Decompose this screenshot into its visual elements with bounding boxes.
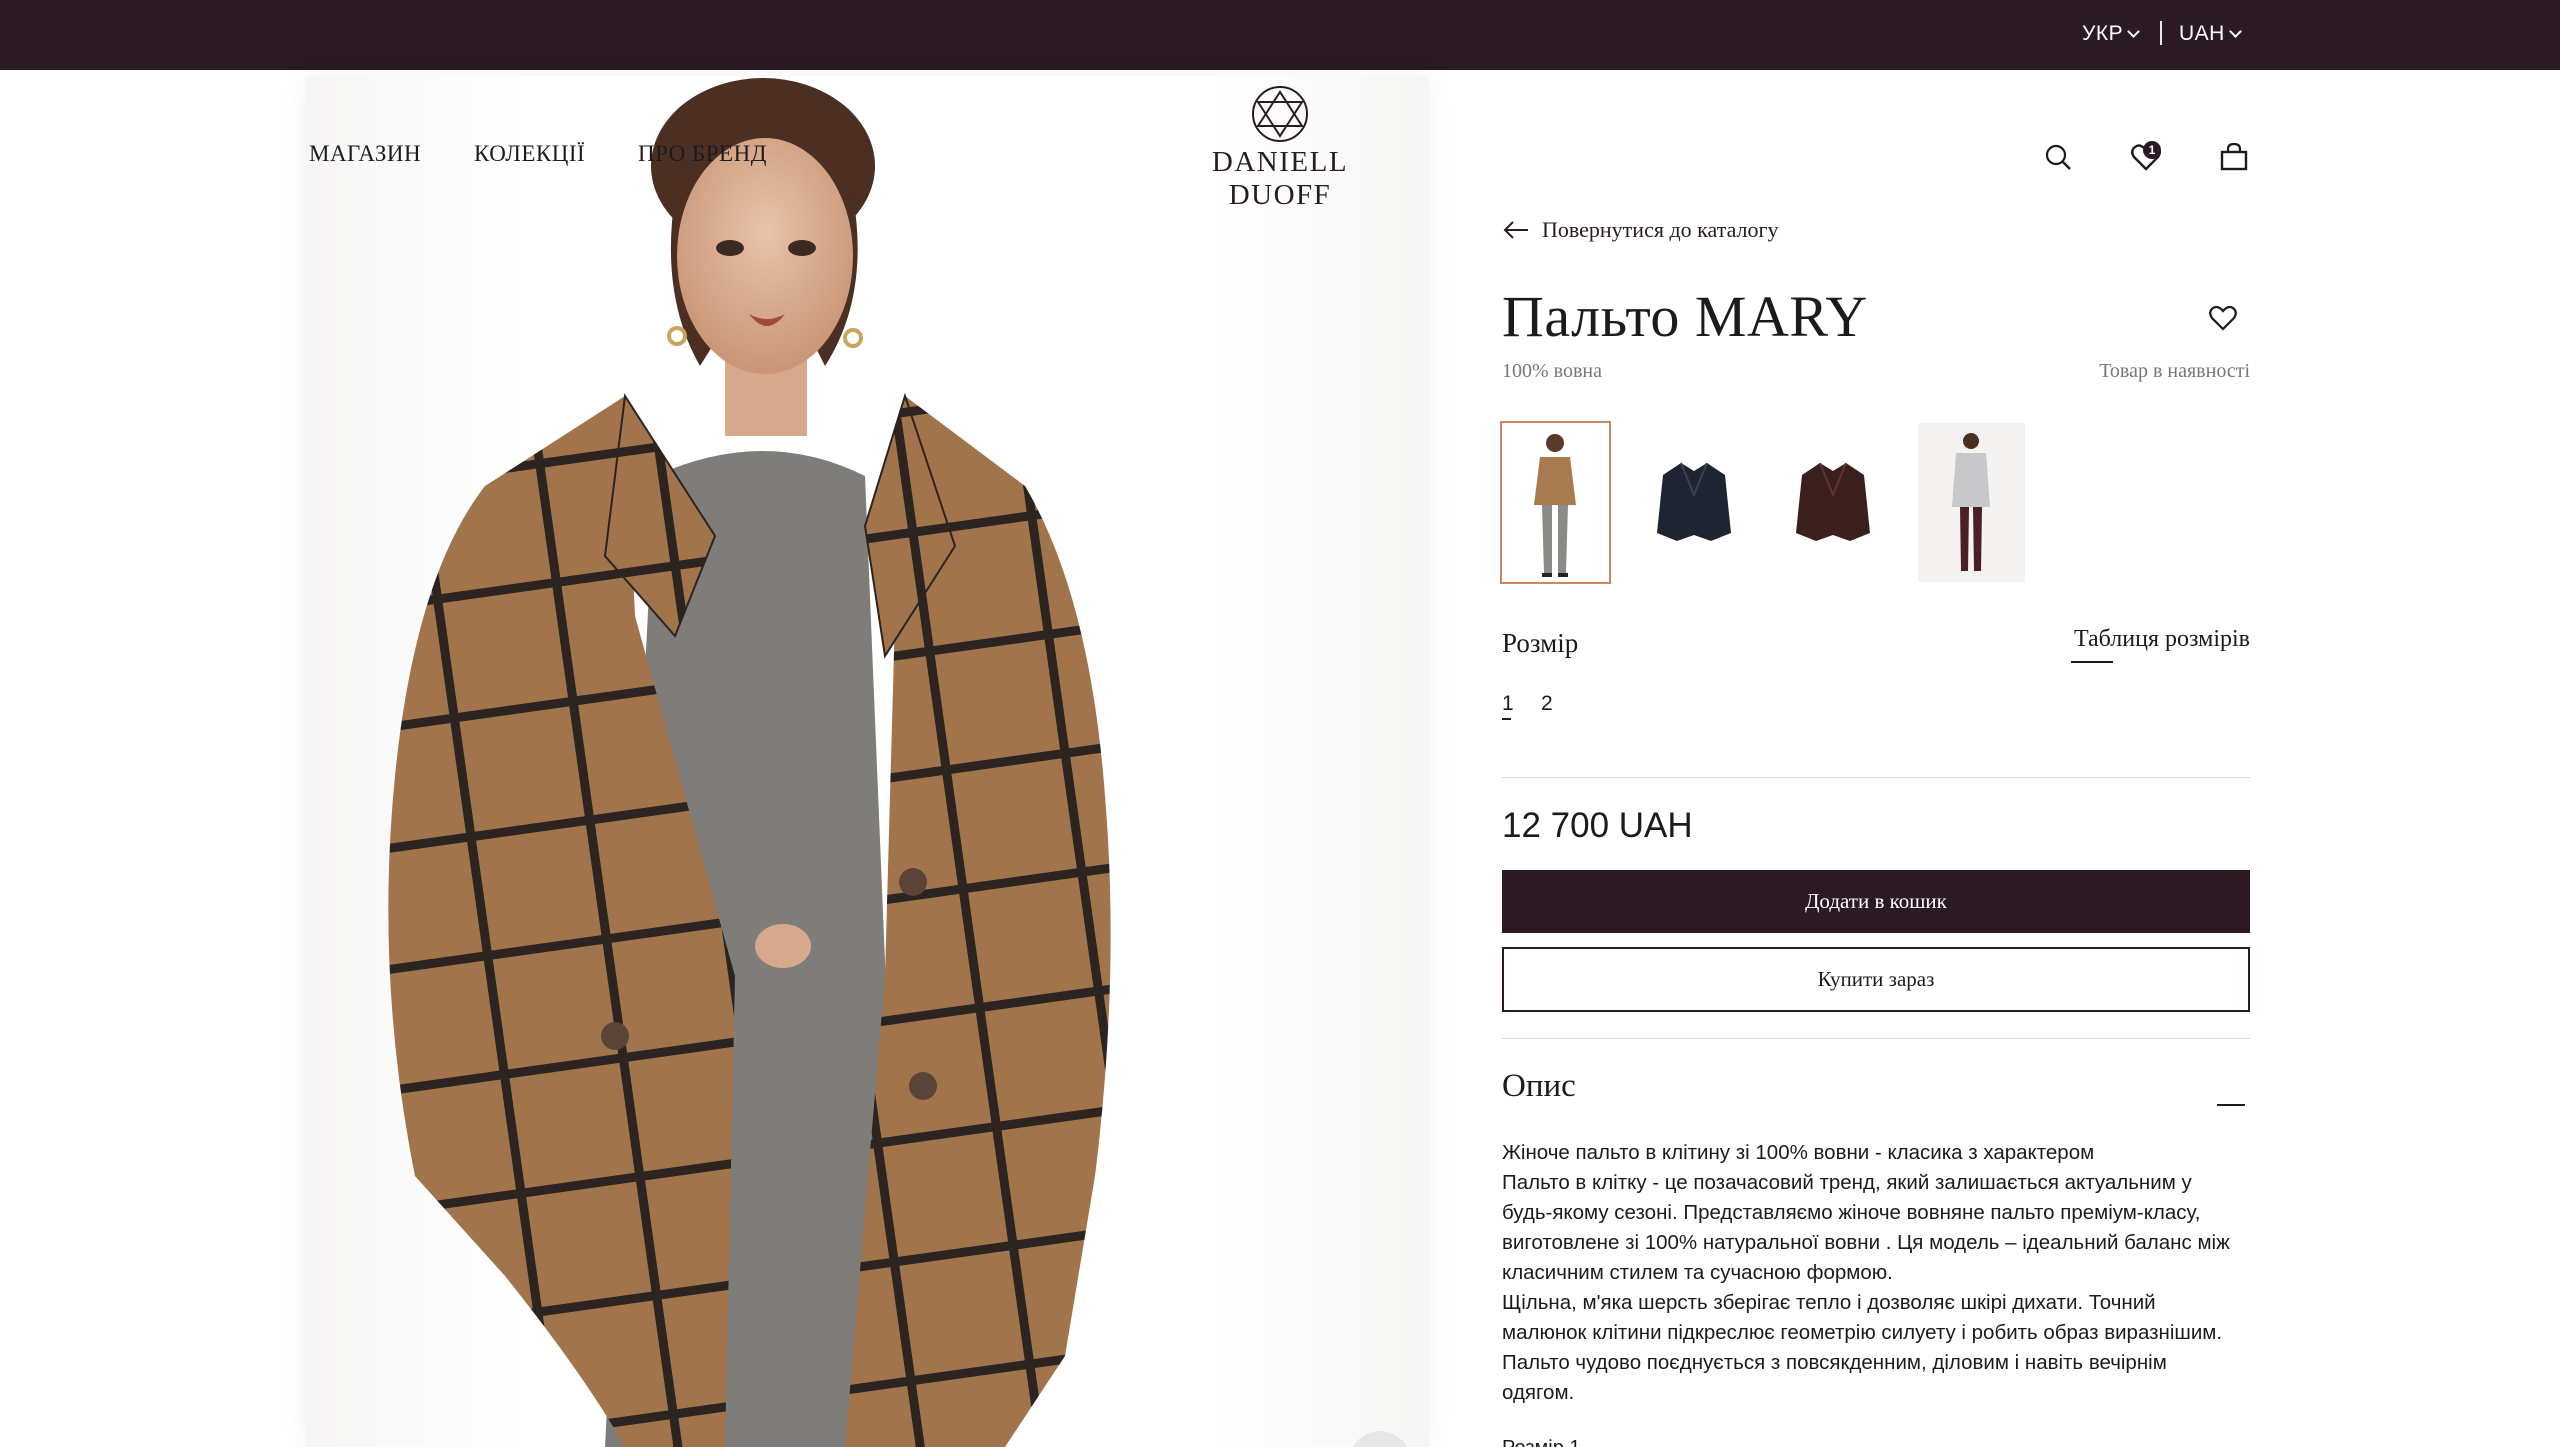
brand-logo[interactable]: DANIELL DUOFF: [1160, 84, 1400, 212]
description-line: Щільна, м'яка шерсть зберігає тепло і до…: [1502, 1291, 2156, 1314]
description-line: Жіноче пальто в клітину зі 100% вовни - …: [1502, 1141, 2095, 1164]
shopping-bag-icon[interactable]: [2216, 139, 2252, 175]
product-main-image[interactable]: [305, 76, 1429, 1447]
model-coat-illustration: [388, 78, 1111, 1447]
language-label: УКР: [2082, 22, 2124, 45]
chevron-down-icon: [2228, 25, 2242, 38]
add-to-cart-button[interactable]: Додати в кошик: [1502, 870, 2250, 933]
description-line: одягом.: [1502, 1381, 1575, 1404]
thumb-model-grey-coat[interactable]: [1918, 423, 2025, 582]
nav-about-brand[interactable]: ПРО БРЕНД: [638, 141, 767, 167]
product-title: Пальто MARY: [1502, 284, 1868, 349]
back-label: Повернутися до каталогу: [1542, 217, 1779, 242]
currency-selector[interactable]: UAH: [2179, 22, 2242, 46]
divider: [1502, 777, 2250, 778]
logo-wordmark: DANIELL DUOFF: [1211, 146, 1349, 211]
size-label: Розмір: [1502, 628, 1579, 658]
availability-status: Товар в наявності: [2099, 360, 2250, 382]
thumbnail-image: [1534, 434, 1576, 577]
description-line: виготовлене зі 100% натуральної вовни . …: [1502, 1231, 2230, 1254]
nav-collections[interactable]: КОЛЕКЦІЇ: [474, 141, 585, 167]
description-cut-line: Розмір 1 (XS/S): [1502, 1437, 1622, 1447]
description-line: Пальто в клітку - це позачасовий тренд, …: [1502, 1171, 2192, 1194]
size-option-2[interactable]: 2: [1541, 692, 1553, 716]
product-material: 100% вовна: [1502, 360, 1602, 382]
description-text: Жіноче пальто в клітину зі 100% вовни - …: [1502, 1138, 2262, 1408]
thumb-model-plaid-coat[interactable]: [1500, 421, 1611, 584]
description-line: Пальто чудово поєднується з повсякденним…: [1502, 1351, 2167, 1374]
search-icon[interactable]: [2040, 139, 2076, 175]
thumbnail-image: [1796, 462, 1870, 541]
size-chart-link[interactable]: Таблиця розмірів: [2074, 626, 2250, 653]
description-title[interactable]: Опис: [1502, 1068, 1576, 1105]
chevron-down-icon: [2127, 25, 2140, 38]
logo-emblem-icon: [1252, 86, 1308, 142]
add-to-wishlist-heart-icon[interactable]: [2207, 302, 2239, 334]
selector-divider: [2160, 21, 2162, 45]
thumbnail-image: [1918, 423, 2025, 582]
language-selector[interactable]: УКР: [2082, 22, 2140, 46]
description-line: будь-якому сезоні. Представляємо жіноче …: [1502, 1201, 2201, 1224]
description-line: класичним стилем та сучасною формою.: [1502, 1261, 1893, 1284]
description-line: малюнок клітини підкреслює геометрію сил…: [1502, 1321, 2223, 1344]
selected-size-underline: [1502, 718, 1511, 720]
divider: [1502, 1038, 2250, 1039]
product-price: 12 700 UAH: [1502, 806, 1693, 845]
thumb-navy-coat[interactable]: [1641, 423, 1748, 582]
size-chart-underline: [2071, 661, 2113, 663]
top-bar: УКР UAH: [0, 0, 2560, 70]
arrow-left-icon: [1503, 221, 1528, 239]
thumbnail-image: [1657, 462, 1731, 541]
description-more-text: Розмір 1 (XS/S): [1502, 1437, 1622, 1447]
wishlist-count-badge: 1: [2143, 141, 2161, 159]
size-option-1[interactable]: 1: [1502, 692, 1514, 716]
currency-label: UAH: [2179, 22, 2225, 45]
buy-now-button[interactable]: Купити зараз: [1502, 947, 2250, 1012]
nav-shop[interactable]: МАГАЗИН: [309, 141, 421, 167]
back-to-catalog-link[interactable]: Повернутися до каталогу: [1502, 217, 1779, 243]
collapse-minus-icon[interactable]: [2217, 1104, 2245, 1106]
thumb-burgundy-coat[interactable]: [1780, 423, 1887, 582]
